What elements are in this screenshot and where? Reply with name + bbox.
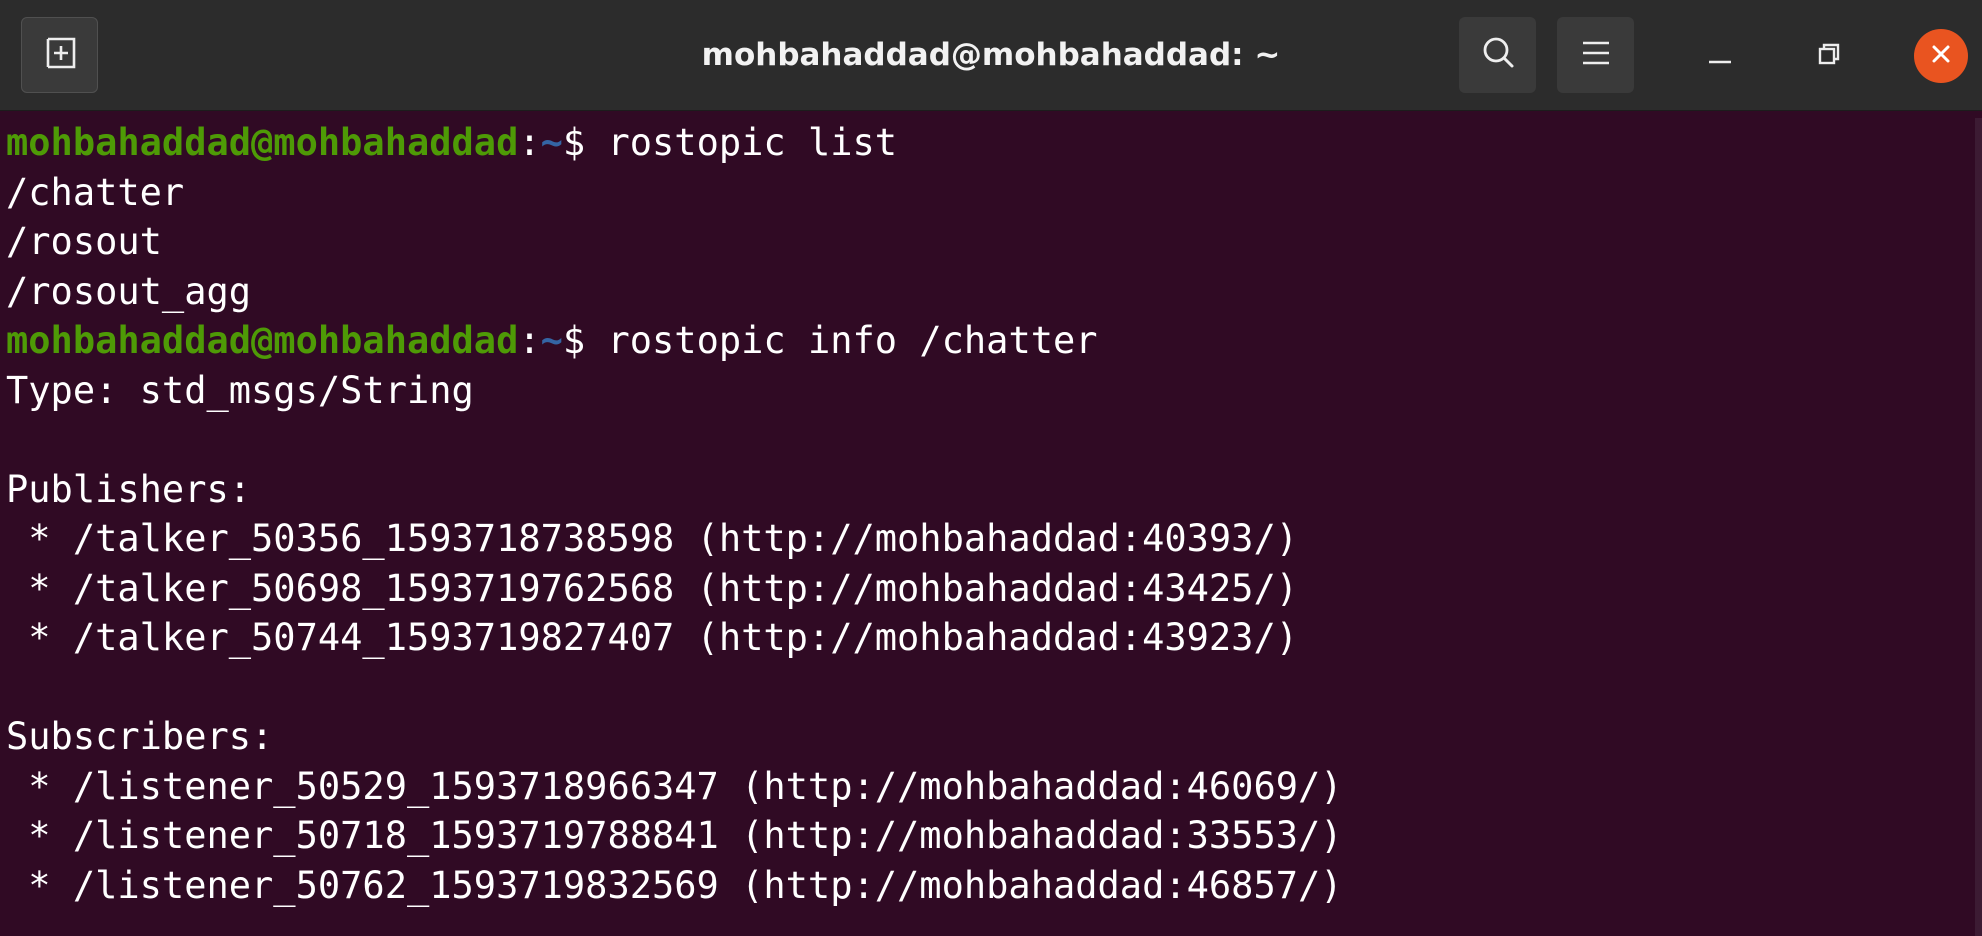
- prompt-path: ~: [540, 319, 563, 362]
- output-line: /rosout_agg: [6, 269, 252, 313]
- prompt-path: ~: [540, 121, 563, 164]
- output-line: * /listener_50718_1593719788841 (http://…: [6, 814, 1343, 857]
- command-text: rostopic list: [607, 121, 898, 164]
- prompt-symbol: $: [562, 121, 608, 164]
- output-line: * /talker_50698_1593719762568 (http://mo…: [6, 566, 1299, 610]
- output-line: /chatter: [6, 170, 185, 214]
- new-tab-button[interactable]: [21, 17, 98, 93]
- minimize-button[interactable]: [1693, 29, 1747, 83]
- output-line: * /listener_50762_1593719832569 (http://…: [6, 863, 1343, 907]
- output-line: * /listener_50529_1593718966347 (http://…: [6, 764, 1343, 808]
- prompt-separator: :: [518, 319, 541, 362]
- search-icon: [1478, 33, 1518, 78]
- output-line: * /talker_50356_1593718738598 (http://mo…: [6, 517, 1299, 560]
- menu-button[interactable]: [1557, 17, 1634, 93]
- prompt-user-host: mohbahaddad@mohbahaddad: [6, 121, 519, 164]
- new-tab-icon: [40, 33, 80, 78]
- title-bar[interactable]: mohbahaddad@mohbahaddad: ~: [0, 0, 1982, 111]
- prompt-line: mohbahaddad@mohbahaddad:~$ rostopic info…: [0, 316, 1975, 366]
- restore-icon: [1814, 39, 1844, 74]
- output-line: /rosout: [6, 220, 162, 263]
- prompt-user-host: mohbahaddad@mohbahaddad: [6, 319, 519, 362]
- output-line: Publishers:: [6, 467, 252, 511]
- hamburger-menu-icon: [1578, 35, 1614, 76]
- output-line: * /talker_50744_1593719827407 (http://mo…: [6, 616, 1299, 659]
- command-text: rostopic info /chatter: [607, 319, 1098, 362]
- prompt-symbol: $: [562, 319, 608, 362]
- terminal-window: mohbahaddad@mohbahaddad: ~ mohbahaddad@m…: [0, 0, 1982, 936]
- output-line: Type: std_msgs/String: [6, 368, 474, 412]
- search-button[interactable]: [1459, 17, 1536, 93]
- close-icon: [1926, 39, 1956, 74]
- prompt-separator: :: [518, 121, 541, 164]
- minimize-icon: [1705, 39, 1735, 74]
- scrollbar[interactable]: [1975, 118, 1982, 936]
- maximize-button[interactable]: [1802, 29, 1856, 83]
- close-button[interactable]: [1914, 29, 1968, 83]
- window-title: mohbahaddad@mohbahaddad: ~: [701, 37, 1281, 73]
- terminal-output[interactable]: mohbahaddad@mohbahaddad:~$ rostopic list…: [0, 118, 1975, 936]
- prompt-line: mohbahaddad@mohbahaddad:~$ rostopic list: [0, 118, 1975, 168]
- output-line: Subscribers:: [6, 715, 274, 758]
